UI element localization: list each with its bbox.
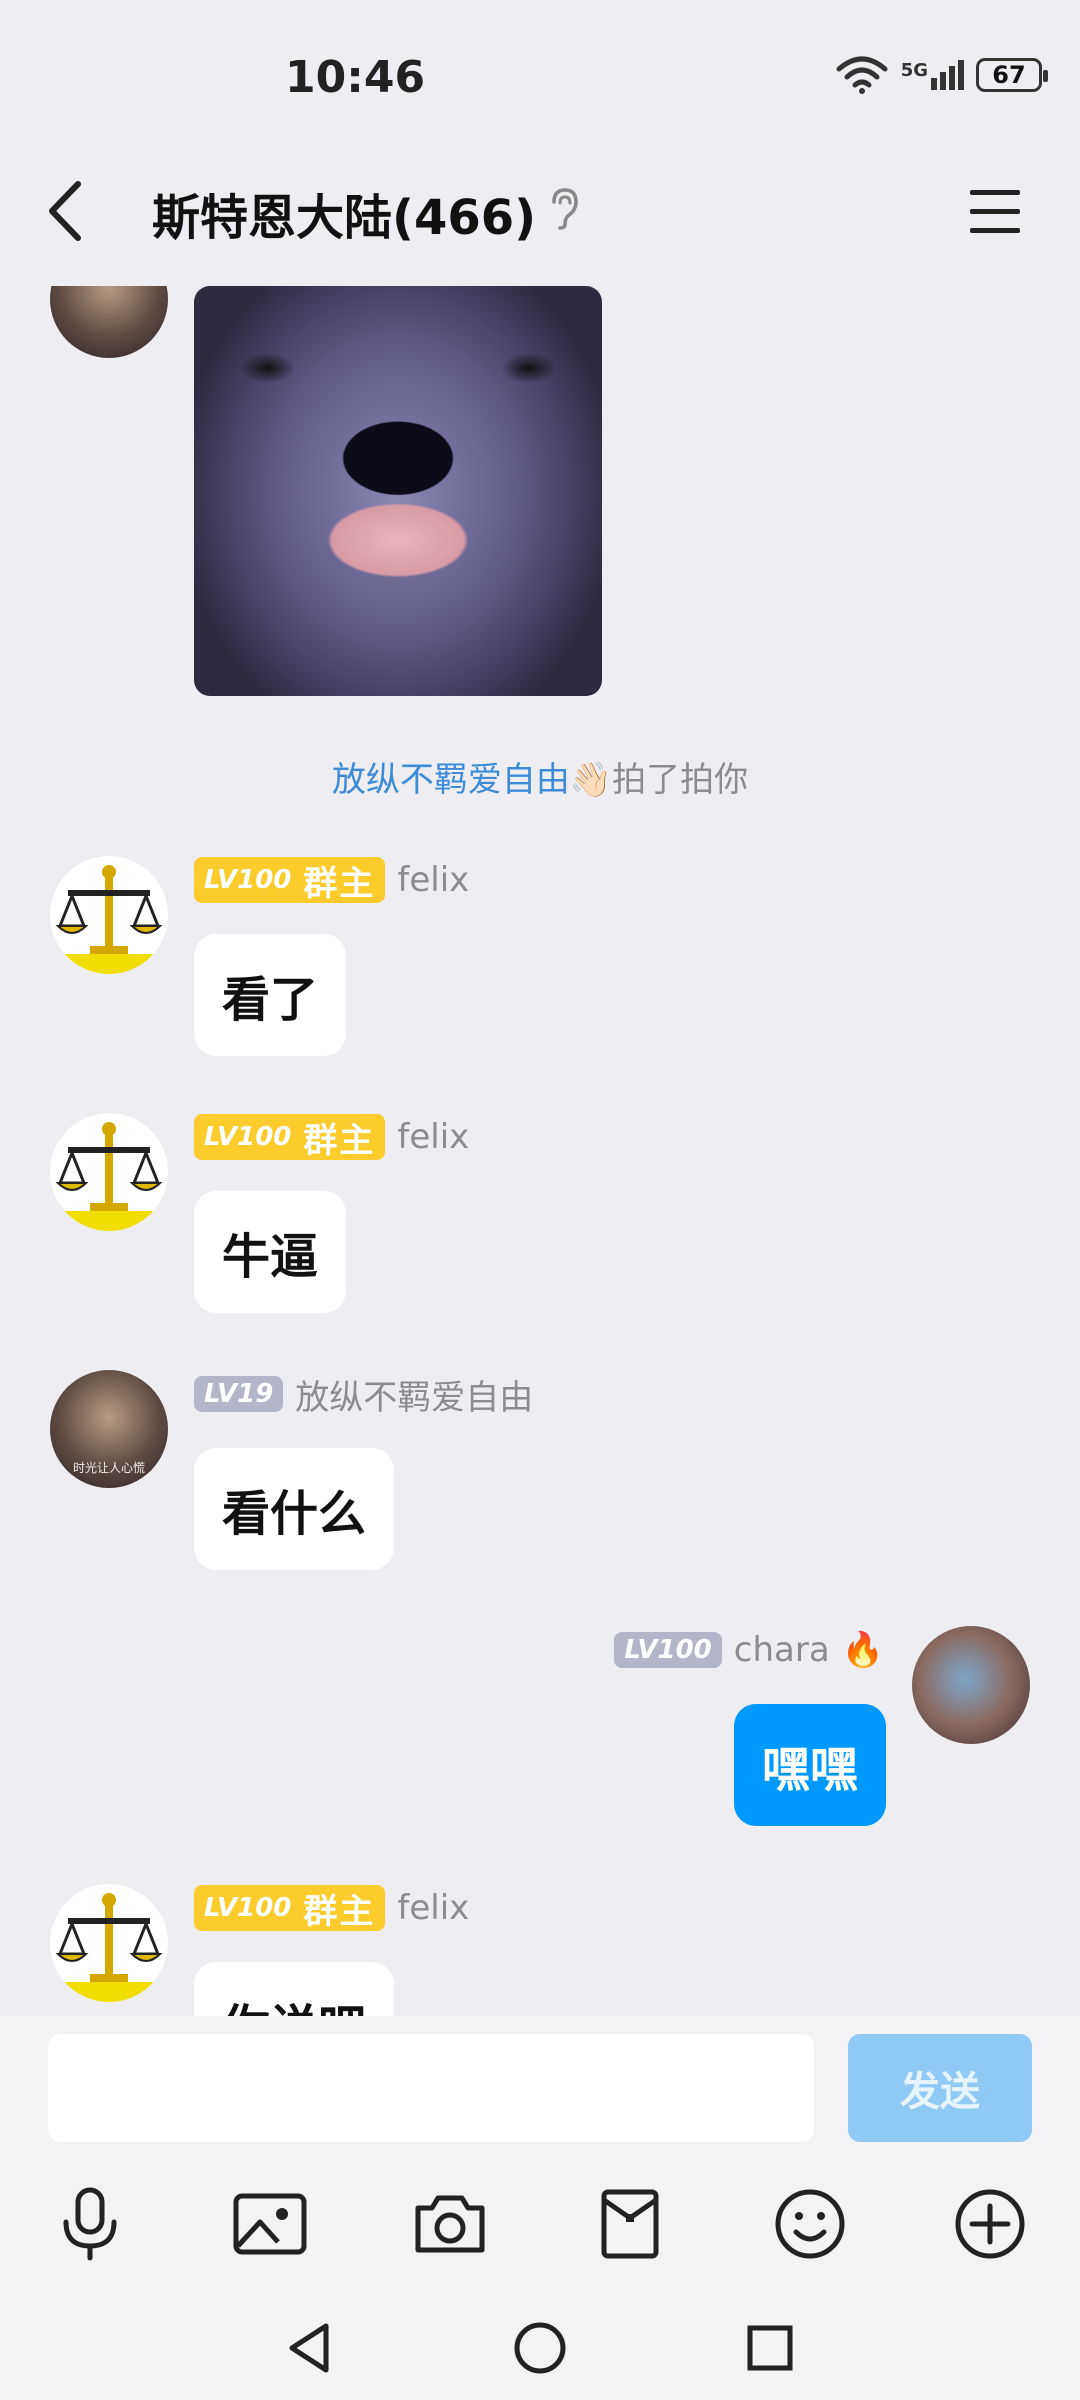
battery-icon: 67	[976, 58, 1048, 92]
emoji-button[interactable]	[766, 2180, 854, 2268]
hamburger-menu-icon	[970, 190, 1020, 233]
image-icon	[233, 2193, 307, 2255]
chevron-left-icon	[49, 181, 81, 241]
sender-name[interactable]: felix	[397, 1117, 469, 1157]
network-type: 5G	[900, 60, 928, 81]
scales-of-justice-icon	[50, 856, 168, 974]
sticker-image[interactable]	[194, 286, 602, 696]
signal-bar-1	[931, 78, 937, 90]
message-meta: LV100 群主 felix	[194, 1113, 469, 1161]
avatar-caption: 时光让人心慌	[72, 1461, 145, 1475]
network-indicator: 5G	[901, 60, 964, 90]
level-badge: LV19	[194, 1376, 284, 1412]
notice-action: 拍了拍你	[612, 760, 749, 800]
scales-of-justice-icon	[50, 1113, 168, 1231]
camera-button[interactable]	[406, 2180, 494, 2268]
role-text: 群主	[303, 1120, 376, 1161]
signal-bar-4	[958, 60, 964, 90]
message-bubble[interactable]: 嘿嘿	[733, 1704, 886, 1826]
triangle-back-icon	[289, 2323, 329, 2373]
scales-of-justice-icon	[50, 1884, 168, 2002]
sender-name[interactable]: 放纵不羁爱自由	[295, 1370, 533, 1419]
owner-badge: LV100 群主	[194, 857, 386, 904]
square-recents-icon	[747, 2325, 793, 2371]
message-meta: LV100 chara 🔥	[614, 1626, 884, 1674]
nav-recents-button[interactable]	[732, 2310, 808, 2386]
message-bubble[interactable]: 看了	[194, 934, 347, 1056]
message-bubble[interactable]: 看什么	[194, 1448, 395, 1570]
status-icons: 5G 67	[835, 55, 1048, 95]
role-text: 群主	[303, 1891, 376, 1932]
message-bubble[interactable]: 你说吧	[194, 1962, 395, 2016]
microphone-icon	[63, 2187, 117, 2261]
owner-badge: LV100 群主	[194, 1114, 386, 1161]
message-input[interactable]	[48, 2034, 814, 2142]
avatar[interactable]: 时光让人心慌	[50, 1370, 168, 1488]
menu-button[interactable]	[960, 186, 1030, 238]
message-meta: LV100 群主 felix	[194, 1884, 469, 1932]
send-button[interactable]: 发送	[848, 2034, 1032, 2142]
message-bubble[interactable]: 牛逼	[194, 1191, 347, 1313]
notice-user[interactable]: 放纵不羁爱自由	[332, 760, 570, 800]
red-packet-icon	[601, 2189, 659, 2259]
avatar[interactable]	[50, 1113, 168, 1231]
nudge-notice: 放纵不羁爱自由👋🏻拍了拍你	[0, 752, 1080, 801]
waving-hand-emoji: 👋🏻	[569, 760, 613, 800]
plus-icon	[955, 2189, 1025, 2259]
avatar[interactable]	[50, 856, 168, 974]
owner-badge: LV100 群主	[194, 1885, 386, 1932]
camera-icon	[415, 2195, 485, 2253]
avatar[interactable]	[50, 1884, 168, 2002]
level-text: LV100	[204, 1122, 292, 1152]
fire-emoji: 🔥	[841, 1630, 884, 1670]
sender-name[interactable]: felix	[397, 1888, 469, 1928]
sender-name[interactable]: felix	[397, 860, 469, 900]
message-meta: LV100 群主 felix	[194, 856, 469, 904]
level-badge: LV100	[614, 1632, 722, 1668]
signal-bar-2	[940, 72, 946, 90]
circle-home-icon	[514, 2322, 566, 2374]
wifi-icon	[836, 56, 888, 94]
avatar[interactable]	[50, 286, 168, 358]
status-time: 10:46	[285, 52, 426, 103]
chat-messages[interactable]: 放纵不羁爱自由👋🏻拍了拍你 LV100 群主 felix 看了 LV100 群主…	[0, 286, 1080, 2016]
back-button[interactable]	[38, 176, 98, 246]
message-meta: LV19 放纵不羁爱自由	[194, 1370, 533, 1418]
nav-back-button[interactable]	[272, 2310, 348, 2386]
avatar[interactable]	[912, 1626, 1030, 1744]
signal-bar-3	[949, 66, 955, 90]
nav-home-button[interactable]	[502, 2310, 578, 2386]
input-toolbar	[0, 2180, 1080, 2268]
sender-name[interactable]: chara	[734, 1630, 830, 1670]
ear-icon[interactable]	[548, 186, 582, 230]
more-button[interactable]	[946, 2180, 1034, 2268]
gallery-button[interactable]	[226, 2180, 314, 2268]
role-text: 群主	[303, 863, 376, 904]
voice-button[interactable]	[46, 2180, 134, 2268]
emoji-icon	[775, 2189, 845, 2259]
level-text: LV100	[204, 1893, 292, 1923]
page-title[interactable]: 斯特恩大陆(466)	[152, 178, 536, 248]
level-text: LV100	[204, 865, 292, 895]
system-navigation-bar	[0, 2296, 1080, 2400]
red-packet-button[interactable]	[586, 2180, 674, 2268]
